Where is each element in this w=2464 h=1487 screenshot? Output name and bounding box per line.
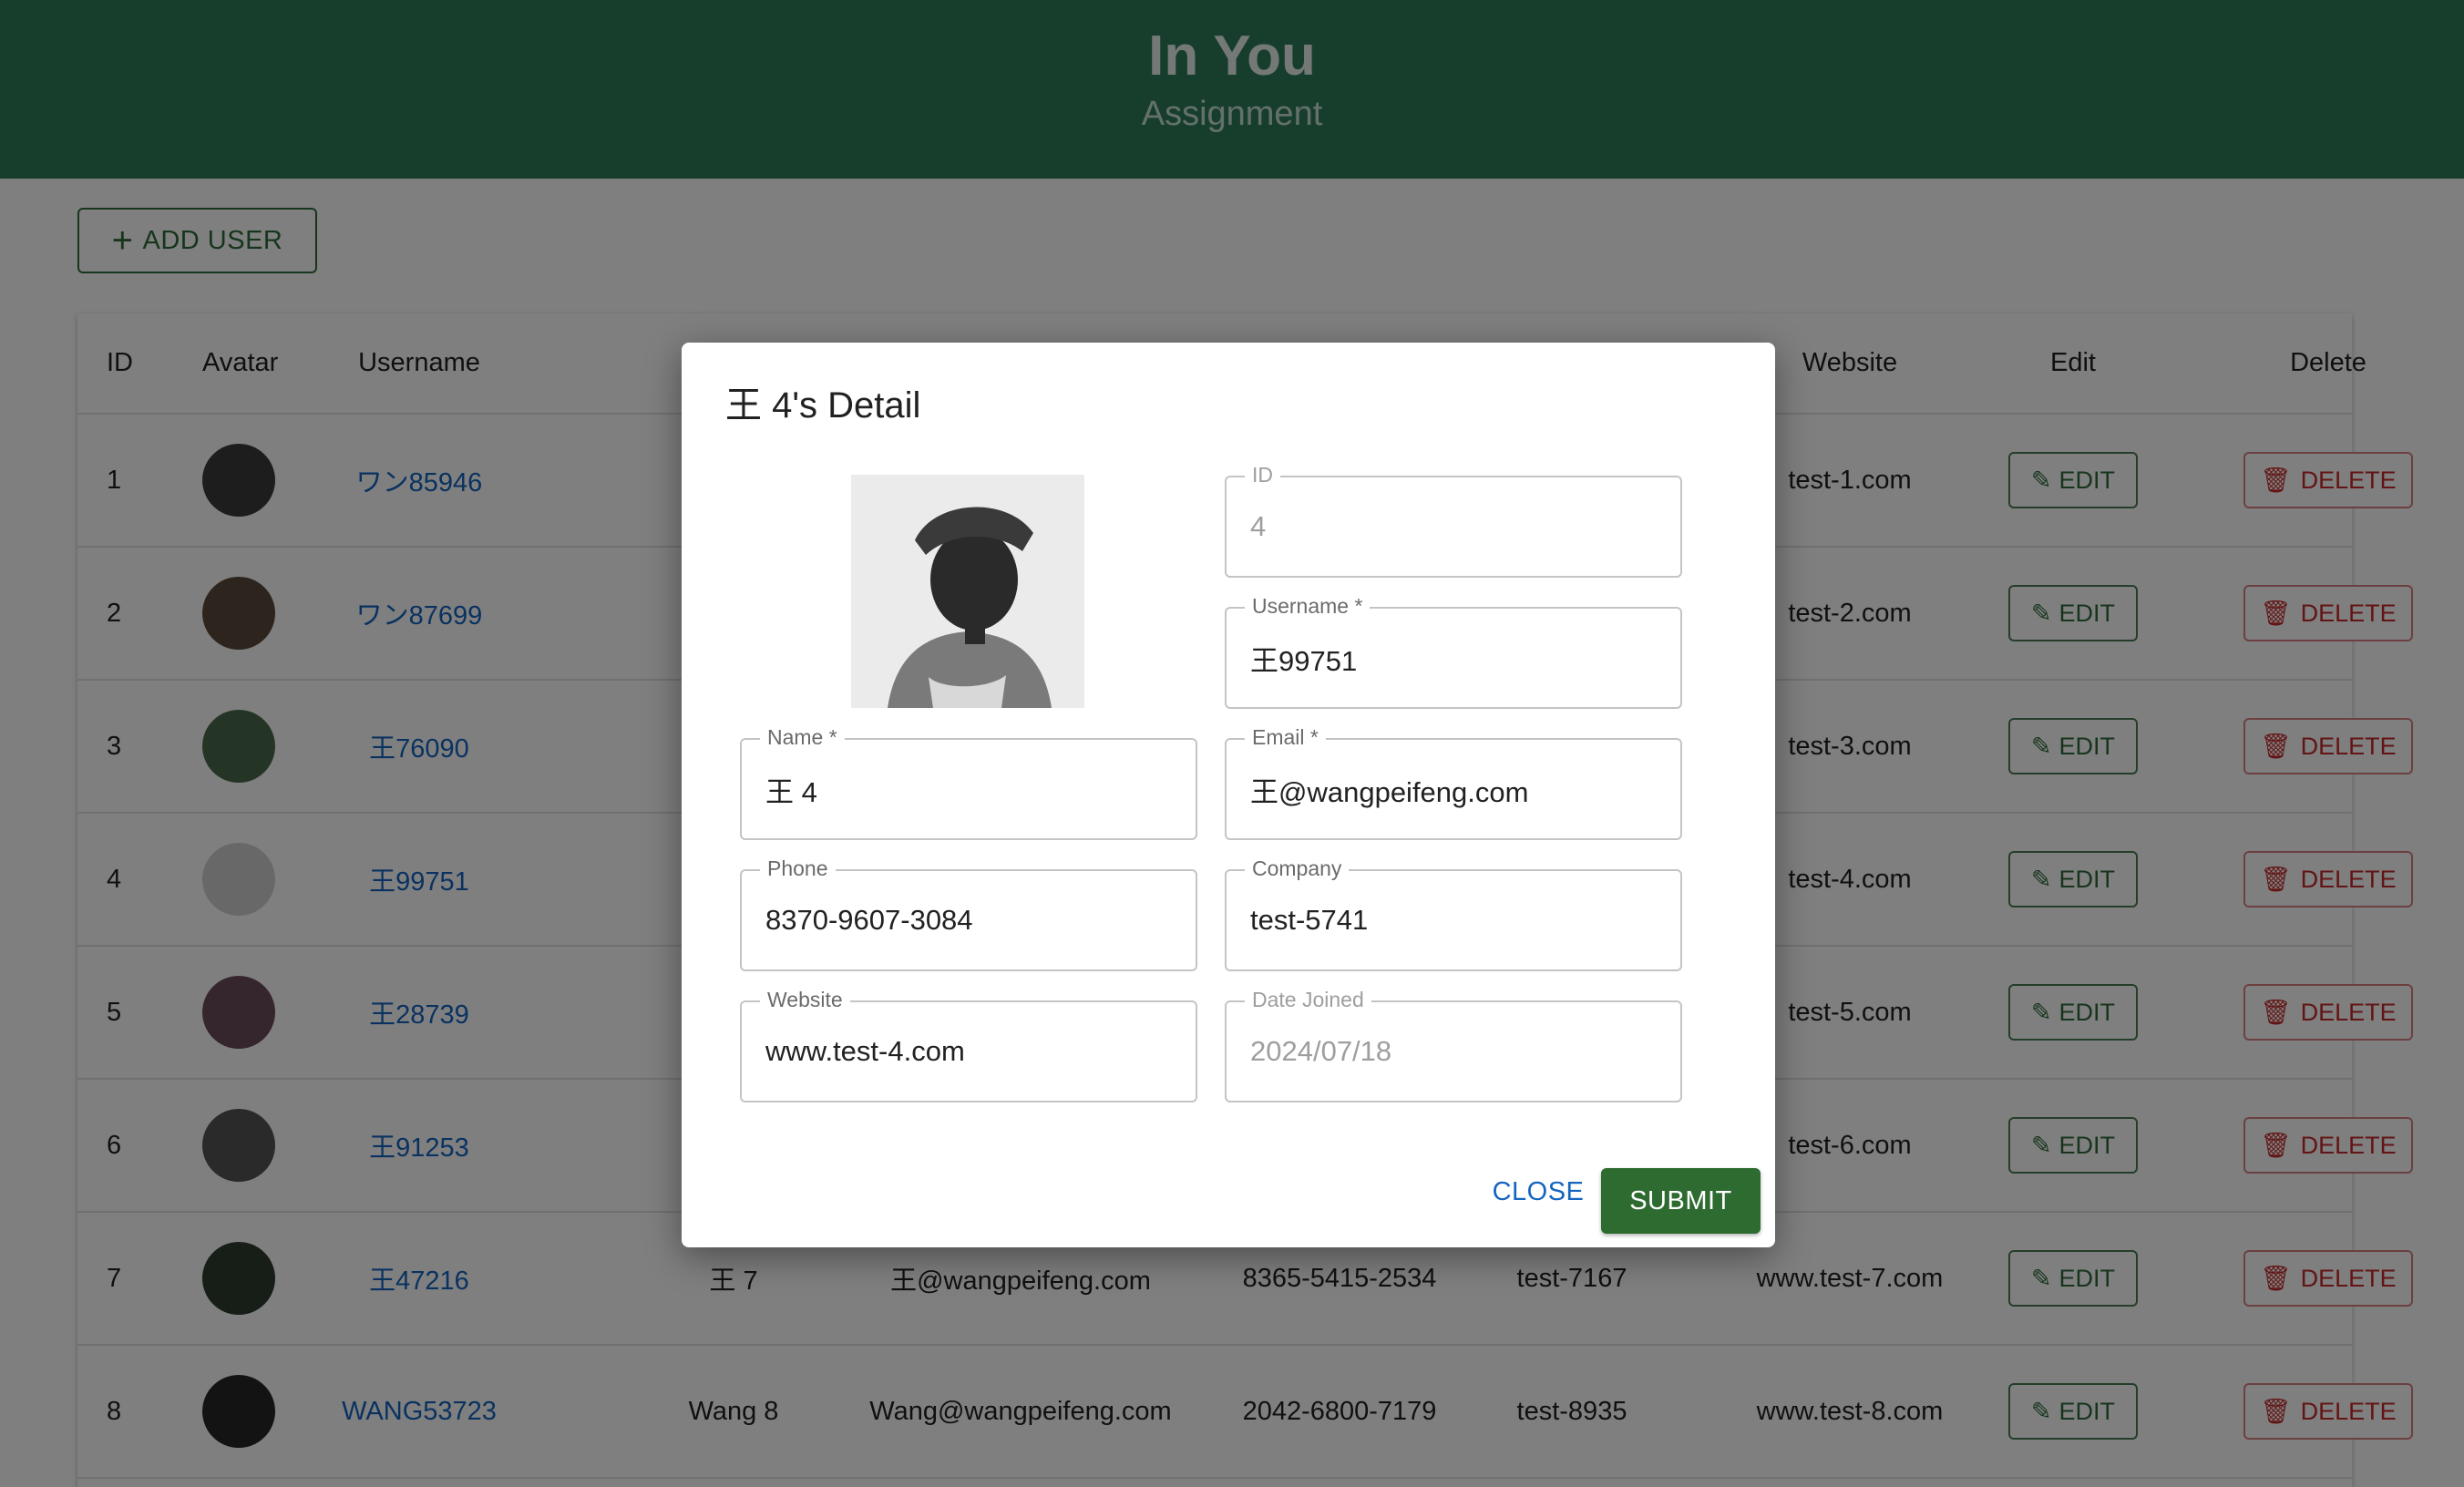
email-field[interactable]: Email * 王@wangpeifeng.com [1225, 725, 1682, 840]
website-field[interactable]: Website www.test-4.com [740, 988, 1197, 1102]
id-field: ID 4 [1225, 463, 1682, 578]
user-photo [851, 475, 1084, 708]
company-field[interactable]: Company test-5741 [1225, 856, 1682, 971]
name-field-value[interactable]: 王 4 [765, 740, 817, 838]
close-button[interactable]: CLOSE [1465, 1166, 1611, 1217]
date-joined-field-value: 2024/07/18 [1250, 1035, 1392, 1067]
date-joined-field: Date Joined 2024/07/18 [1225, 988, 1682, 1102]
username-field[interactable]: Username * 王99751 [1225, 594, 1682, 709]
name-field[interactable]: Name * 王 4 [740, 725, 1197, 840]
phone-field-value[interactable]: 8370-9607-3084 [765, 871, 973, 969]
email-field-value[interactable]: 王@wangpeifeng.com [1250, 740, 1528, 838]
username-field-value[interactable]: 王99751 [1250, 609, 1357, 707]
id-field-value: 4 [1250, 510, 1267, 542]
user-detail-dialog: 王 4's Detail ID 4 Username * 王99751 Name… [682, 343, 1775, 1247]
website-field-value[interactable]: www.test-4.com [765, 1002, 965, 1101]
dialog-title: 王 4's Detail [725, 385, 921, 426]
company-field-value[interactable]: test-5741 [1250, 871, 1368, 969]
phone-field[interactable]: Phone 8370-9607-3084 [740, 856, 1197, 971]
submit-button[interactable]: SUBMIT [1601, 1168, 1761, 1234]
